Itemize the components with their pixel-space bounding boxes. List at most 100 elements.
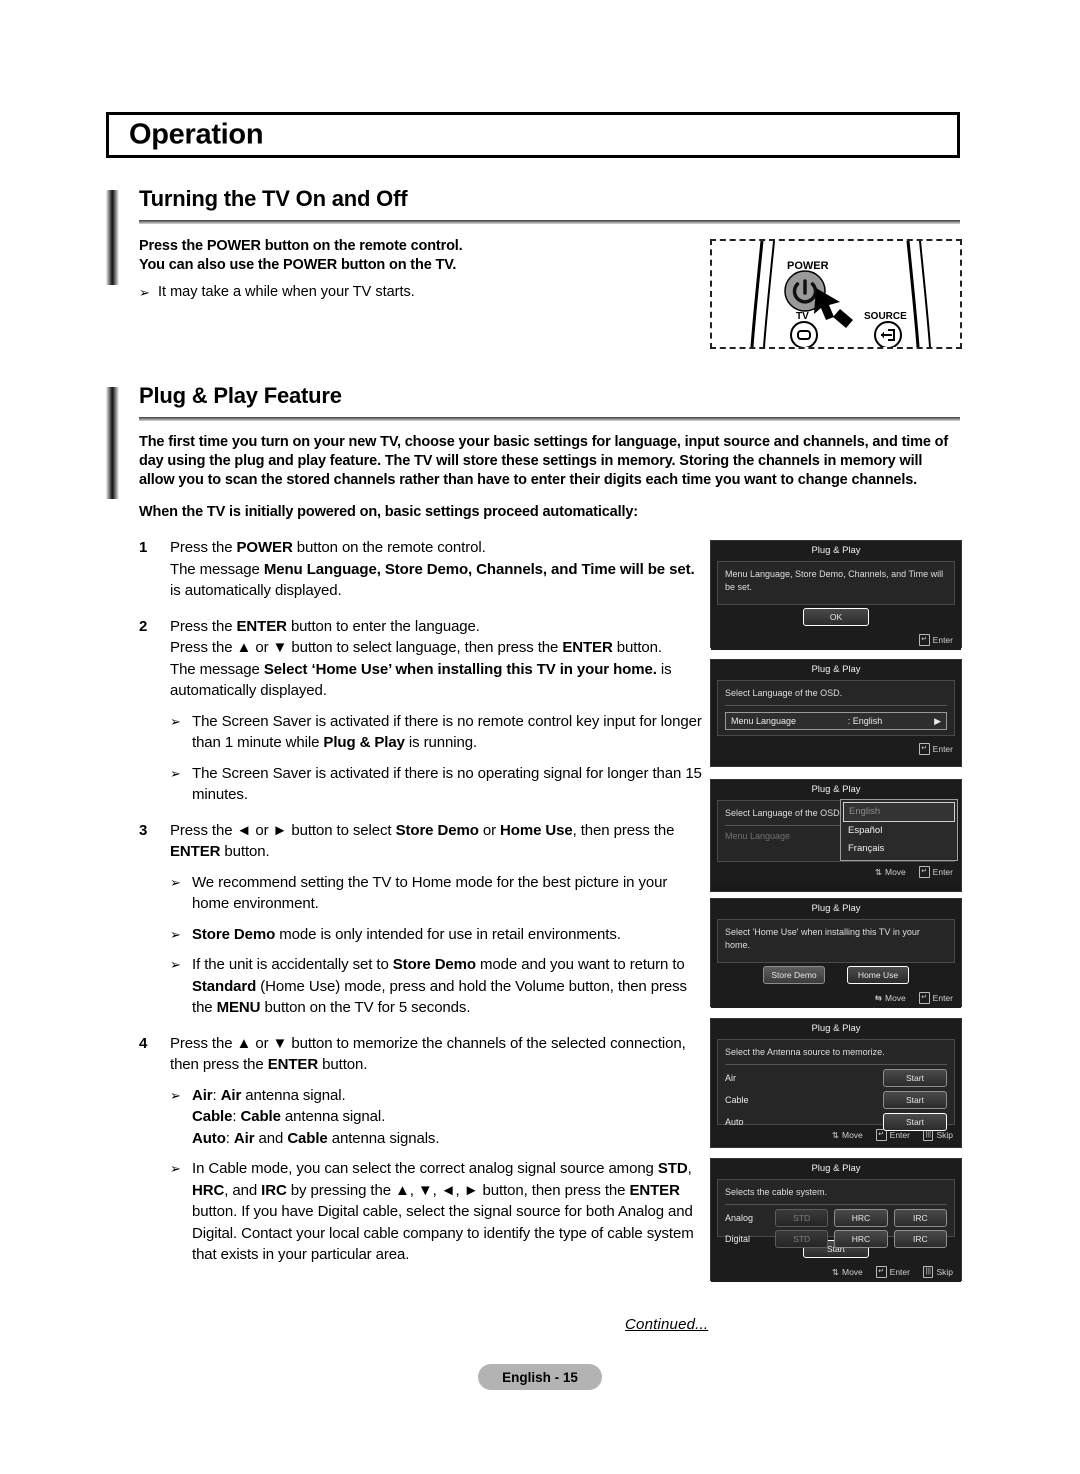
language-option-english[interactable]: English xyxy=(843,802,955,822)
cable-button-analog-std[interactable]: STD xyxy=(775,1208,829,1227)
bullet-arrow-icon: ➢ xyxy=(170,765,181,781)
step-bullet: ➢ The Screen Saver is activated if there … xyxy=(170,763,702,806)
osd-hint-enter-label: Enter xyxy=(932,635,953,645)
instruction-steps: 1 Press the POWER button on the remote co… xyxy=(139,537,702,1280)
enter-key-icon: ↵ xyxy=(875,1266,887,1278)
cable-row-digital: Digital STD HRC IRC xyxy=(725,1229,947,1248)
osd-title: Plug & Play xyxy=(711,780,961,800)
step-line: Press the ▲ or ▼ button to memorize the … xyxy=(170,1034,686,1074)
step-line: Press the ◄ or ► button to select Store … xyxy=(170,821,675,861)
instruction-step: 4 Press the ▲ or ▼ button to memorize the… xyxy=(139,1033,702,1266)
osd-title: Plug & Play xyxy=(711,899,961,919)
cable-button-analog-irc[interactable]: IRC xyxy=(893,1208,947,1227)
antenna-row-auto: Auto Start xyxy=(725,1112,947,1131)
osd-hint-enter-label: Enter xyxy=(932,867,953,877)
osd-hint-move-label: Move xyxy=(841,1130,863,1140)
bullet-arrow-icon: ➢ xyxy=(170,926,181,942)
instruction-step: 1 Press the POWER button on the remote co… xyxy=(139,537,702,602)
antenna-start-button-cable[interactable]: Start xyxy=(883,1090,947,1109)
antenna-label-cable: Cable xyxy=(725,1094,749,1105)
osd-hint-move: ⇆ Move xyxy=(875,992,906,1004)
step-bullet-text: If the unit is accidentally set to Store… xyxy=(192,956,687,1016)
antenna-start-button-auto[interactable]: Start xyxy=(883,1112,947,1131)
osd-message-text: Selects the cable system. xyxy=(725,1187,828,1197)
updown-arrow-icon: ⇅ xyxy=(831,1130,839,1140)
svg-text:SOURCE: SOURCE xyxy=(864,311,907,322)
turning-tv-intro-line2: You can also use the POWER button on the… xyxy=(139,257,457,273)
section-rule xyxy=(139,220,960,224)
antenna-start-button-air[interactable]: Start xyxy=(883,1068,947,1087)
osd-panel-antenna-source: Plug & Play Select the Antenna source to… xyxy=(710,1018,962,1148)
osd-ok-button[interactable]: OK xyxy=(803,608,869,626)
osd-title: Plug & Play xyxy=(711,1159,961,1179)
chevron-right-icon[interactable]: ▶ xyxy=(934,715,941,727)
updown-arrow-icon: ⇅ xyxy=(874,867,882,877)
step-line: Press the ▲ or ▼ button to select langua… xyxy=(170,639,662,656)
osd-panel-cable-system: Plug & Play Selects the cable system. An… xyxy=(710,1158,962,1282)
step-number: 1 xyxy=(139,539,148,556)
osd-message-text: Select 'Home Use' when installing this T… xyxy=(725,927,920,950)
language-option-francais[interactable]: Français xyxy=(843,840,955,858)
enter-key-icon: ↵ xyxy=(875,1129,887,1141)
osd-hint-enter-label: Enter xyxy=(889,1267,910,1277)
skip-key-icon: ||| xyxy=(922,1129,934,1141)
step-body: Press the ◄ or ► button to select Store … xyxy=(170,820,702,1019)
osd-hint-enter: ↵ Enter xyxy=(918,992,953,1004)
cable-label-digital: Digital xyxy=(725,1233,751,1244)
cable-button-digital-std[interactable]: STD xyxy=(775,1229,829,1248)
turning-tv-tip: ➢ It may take a while when your TV start… xyxy=(139,283,679,302)
osd-divider xyxy=(725,1063,947,1065)
osd-hint-enter-label: Enter xyxy=(932,744,953,754)
osd-hint-enter: ↵ Enter xyxy=(918,634,953,646)
osd-divider xyxy=(725,1203,947,1205)
osd-hint-move: ⇅ Move xyxy=(832,1266,863,1278)
step-body: Press the POWER button on the remote con… xyxy=(170,537,702,602)
menu-language-field[interactable]: Menu Language : English ▶ xyxy=(725,711,947,730)
page-title: Operation xyxy=(129,118,264,151)
step-bullet: ➢ The Screen Saver is activated if there … xyxy=(170,711,702,754)
osd-divider xyxy=(725,704,947,706)
chapter-title-box: Operation xyxy=(106,112,960,158)
step-bullet-text: Air: Air antenna signal. Cable: Cable ant… xyxy=(192,1086,440,1147)
cable-button-digital-hrc[interactable]: HRC xyxy=(834,1229,888,1248)
menu-language-label: Menu Language xyxy=(725,830,791,841)
antenna-label-air: Air xyxy=(725,1072,736,1083)
continued-label: Continued... xyxy=(625,1316,709,1333)
step-number: 4 xyxy=(139,1034,148,1052)
turning-tv-intro: Press the POWER button on the remote con… xyxy=(139,237,679,275)
language-option-espanol[interactable]: Español xyxy=(843,822,955,840)
skip-key-icon: ||| xyxy=(922,1266,934,1278)
osd-title: Plug & Play xyxy=(711,660,961,680)
osd-hint-enter: ↵ Enter xyxy=(875,1266,910,1278)
remote-control-illustration: POWER TV SOURCE xyxy=(750,240,931,349)
turning-tv-tip-text: It may take a while when your TV starts. xyxy=(158,284,415,300)
step-bullet: ➢ Air: Air antenna signal. Cable: Cable an… xyxy=(170,1085,702,1150)
osd-hint-enter-label: Enter xyxy=(932,993,953,1003)
osd-message-text: Select Language of the OSD. xyxy=(725,688,843,698)
osd-panel-language-dropdown: Plug & Play Select Language of the OSD. … xyxy=(710,779,962,892)
store-demo-button[interactable]: Store Demo xyxy=(763,966,825,984)
step-bullet: ➢ In Cable mode, you can select the corre… xyxy=(170,1158,702,1266)
osd-hint-move-label: Move xyxy=(841,1267,863,1277)
osd-panel-message: Plug & Play Menu Language, Store Demo, C… xyxy=(710,540,962,650)
osd-hint-move-label: Move xyxy=(885,993,906,1003)
step-number: 3 xyxy=(139,821,148,839)
manual-page: Operation Turning the TV On and Off Pres… xyxy=(0,0,1080,1474)
osd-message-text: Menu Language, Store Demo, Channels, and… xyxy=(725,569,944,592)
osd-hint-skip: ||| Skip xyxy=(922,1266,953,1278)
home-use-button[interactable]: Home Use xyxy=(847,966,909,984)
osd-message-text: Select the Antenna source to memorize. xyxy=(725,1047,885,1057)
step-body: Press the ENTER button to enter the lang… xyxy=(170,616,702,806)
cable-button-digital-irc[interactable]: IRC xyxy=(893,1229,947,1248)
bullet-arrow-icon: ➢ xyxy=(170,957,181,972)
section-marker-bar xyxy=(106,387,119,499)
updown-arrow-icon: ⇅ xyxy=(831,1267,839,1277)
svg-text:POWER: POWER xyxy=(787,260,829,272)
enter-key-icon: ↵ xyxy=(918,634,930,646)
language-dropdown[interactable]: English Español Français xyxy=(840,799,958,861)
section-marker-bar xyxy=(106,190,119,285)
cable-button-analog-hrc[interactable]: HRC xyxy=(834,1208,888,1227)
step-line: Press the ENTER button to enter the lang… xyxy=(170,617,480,635)
osd-panel-home-use: Plug & Play Select 'Home Use' when insta… xyxy=(710,898,962,1008)
osd-hint-enter: ↵ Enter xyxy=(918,743,953,755)
